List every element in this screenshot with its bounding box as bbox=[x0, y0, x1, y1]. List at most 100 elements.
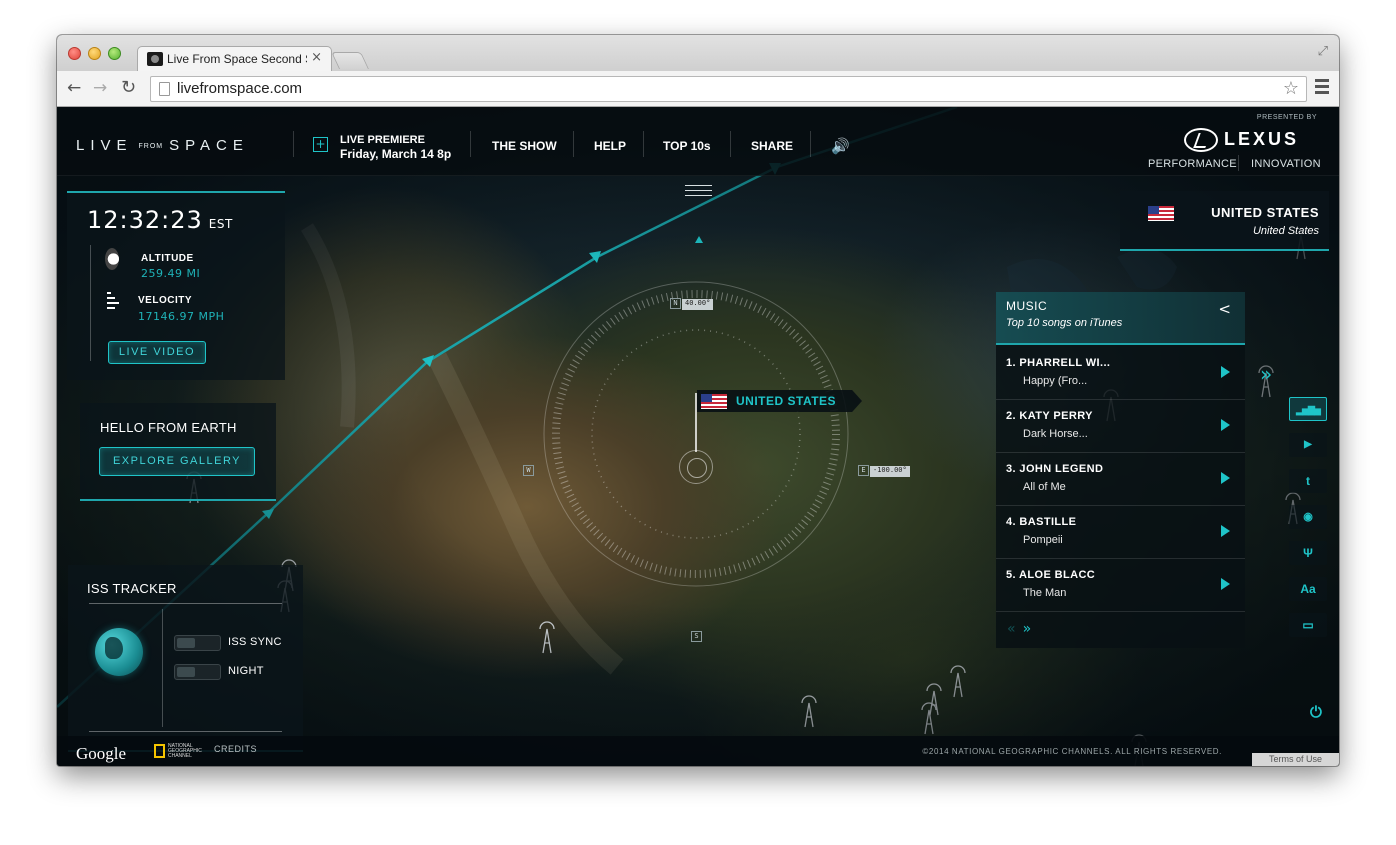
bookmark-star-icon[interactable]: ☆ bbox=[1283, 78, 1299, 99]
address-bar[interactable]: livefromspace.com ☆ bbox=[150, 76, 1307, 102]
track-artist: 5. ALOE BLACC bbox=[1006, 569, 1096, 581]
night-toggle[interactable] bbox=[174, 664, 221, 680]
browser-menu-icon[interactable] bbox=[1315, 79, 1329, 97]
food-icon[interactable]: Ψ bbox=[1289, 541, 1327, 565]
browser-tab[interactable]: Live From Space Second Screen × bbox=[137, 46, 332, 71]
velocity-label: VELOCITY bbox=[138, 295, 193, 306]
track-artist: 1. PHARRELL WI... bbox=[1006, 357, 1111, 369]
browser-window: Live From Space Second Screen × ⤢ ← → ↻ … bbox=[57, 35, 1339, 766]
sponsor-innovation-link[interactable]: INNOVATION bbox=[1251, 158, 1321, 170]
track-item[interactable]: 1. PHARRELL WI... Happy (Fro... bbox=[996, 347, 1245, 400]
header-divider bbox=[730, 131, 731, 157]
west-letter: W bbox=[523, 465, 534, 476]
iss-sync-label: ISS SYNC bbox=[228, 636, 282, 648]
minimize-window-button[interactable] bbox=[88, 47, 101, 60]
credits-link[interactable]: CREDITS bbox=[214, 744, 257, 754]
sponsor-performance-link[interactable]: PERFORMANCE bbox=[1148, 158, 1237, 170]
next-page-icon[interactable]: » bbox=[1023, 621, 1031, 637]
live-premiere[interactable]: LIVE PREMIERE Friday, March 14 8p bbox=[340, 133, 451, 161]
forward-button[interactable]: → bbox=[93, 78, 107, 98]
nav-top-10s[interactable]: TOP 10s bbox=[663, 139, 711, 153]
play-icon[interactable] bbox=[1221, 472, 1230, 484]
music-panel: MUSIC Top 10 songs on iTunes < 1. PHARRE… bbox=[996, 292, 1245, 648]
nav-the-show[interactable]: THE SHOW bbox=[492, 139, 557, 153]
iss-clock: 12:32:23 EST bbox=[87, 206, 233, 234]
play-icon[interactable] bbox=[1221, 419, 1230, 431]
altitude-label: ALTITUDE bbox=[141, 253, 194, 264]
collapse-panel-icon[interactable]: » bbox=[1260, 362, 1272, 386]
music-pager: «» bbox=[1007, 621, 1031, 637]
page-icon bbox=[159, 82, 170, 96]
header-divider bbox=[293, 131, 294, 157]
natgeo-logo-icon[interactable] bbox=[154, 744, 165, 758]
add-calendar-icon[interactable]: + bbox=[313, 137, 328, 152]
nav-share[interactable]: SHARE bbox=[751, 139, 793, 153]
site-header: LIVE FROM SPACE + LIVE PREMIERE Friday, Ma… bbox=[57, 107, 1339, 176]
copyright-text: ©2014 NATIONAL GEOGRAPHIC CHANNELS. ALL … bbox=[922, 747, 1222, 756]
track-item[interactable]: 4. BASTILLE Pompeii bbox=[996, 506, 1245, 559]
east-letter: E bbox=[858, 465, 869, 476]
track-item[interactable]: 5. ALOE BLACC The Man bbox=[996, 559, 1245, 612]
screen-icon[interactable]: ▭ bbox=[1289, 613, 1327, 637]
track-item[interactable]: 2. KATY PERRY Dark Horse... bbox=[996, 400, 1245, 453]
map-menu-icon[interactable] bbox=[685, 185, 712, 200]
north-coordinate: N 40.00° bbox=[670, 298, 714, 310]
close-window-button[interactable] bbox=[68, 47, 81, 60]
explore-gallery-button[interactable]: EXPLORE GALLERY bbox=[99, 447, 255, 476]
globe-icon[interactable] bbox=[95, 628, 143, 676]
terms-of-use-link[interactable]: Terms of Use bbox=[1252, 753, 1339, 766]
power-icon[interactable]: ⏻ bbox=[1310, 703, 1322, 721]
header-divider bbox=[810, 131, 811, 157]
location-pin-icon[interactable]: ◉ bbox=[1289, 505, 1327, 529]
tab-close-icon[interactable]: × bbox=[311, 50, 322, 65]
terrain-ridge bbox=[301, 223, 356, 428]
lexus-logo[interactable]: LEXUS bbox=[1184, 127, 1317, 153]
night-label: NIGHT bbox=[228, 665, 264, 677]
music-chart-icon[interactable]: ▂▅▇▅ bbox=[1289, 397, 1327, 421]
reload-button[interactable]: ↻ bbox=[121, 77, 136, 98]
play-icon[interactable] bbox=[1221, 366, 1230, 378]
tracker-title: ISS TRACKER bbox=[87, 581, 177, 596]
share-icon[interactable]: < bbox=[1218, 300, 1231, 318]
music-header: MUSIC Top 10 songs on iTunes < bbox=[996, 292, 1245, 345]
fullscreen-icon[interactable]: ⤢ bbox=[1318, 44, 1328, 59]
track-song: Pompeii bbox=[1023, 534, 1063, 546]
back-button[interactable]: ← bbox=[67, 78, 81, 98]
country-panel: UNITED STATES United States bbox=[1120, 191, 1329, 251]
track-artist: 3. JOHN LEGEND bbox=[1006, 463, 1104, 475]
terrain-ridge bbox=[428, 352, 624, 675]
track-song: All of Me bbox=[1023, 481, 1066, 493]
play-icon[interactable] bbox=[1221, 578, 1230, 590]
header-divider bbox=[573, 131, 574, 157]
new-tab-button[interactable] bbox=[331, 52, 369, 69]
track-item[interactable]: 3. JOHN LEGEND All of Me bbox=[996, 453, 1245, 506]
map-page[interactable]: N 40.00° E -100.00° W S UNITED STATES LIVE… bbox=[57, 107, 1339, 766]
play-icon[interactable]: ▶ bbox=[1289, 433, 1327, 457]
iss-sync-toggle[interactable] bbox=[174, 635, 221, 651]
live-video-button[interactable]: LIVE VIDEO bbox=[108, 341, 206, 364]
hello-title: HELLO FROM EARTH bbox=[100, 420, 237, 435]
presented-by: PRESENTED BY bbox=[1256, 114, 1317, 121]
nav-help[interactable]: HELP bbox=[594, 139, 626, 153]
prev-page-icon[interactable]: « bbox=[1007, 621, 1015, 637]
zoom-window-button[interactable] bbox=[108, 47, 121, 60]
tab-strip: Live From Space Second Screen × ⤢ bbox=[57, 35, 1339, 71]
play-icon[interactable] bbox=[1221, 525, 1230, 537]
lake-shape bbox=[1117, 249, 1177, 290]
url-text[interactable]: livefromspace.com bbox=[177, 80, 302, 97]
sound-icon[interactable]: 🔊 bbox=[831, 137, 850, 155]
location-label: UNITED STATES bbox=[736, 394, 837, 408]
track-song: Dark Horse... bbox=[1023, 428, 1088, 440]
logo-from: FROM bbox=[138, 142, 164, 150]
altitude-icon bbox=[105, 248, 119, 270]
google-logo[interactable]: Google bbox=[76, 744, 126, 764]
tracker-divider bbox=[89, 603, 282, 604]
twitter-icon[interactable]: t bbox=[1289, 469, 1327, 493]
site-logo[interactable]: LIVE FROM SPACE bbox=[76, 137, 249, 154]
site-footer: Google NATIONAL GEOGRAPHIC CHANNEL CREDI… bbox=[57, 736, 1339, 766]
logo-space: SPACE bbox=[169, 137, 249, 154]
south-letter: S bbox=[691, 631, 702, 642]
font-icon[interactable]: Aa bbox=[1289, 577, 1327, 601]
tracker-divider bbox=[89, 731, 282, 732]
east-coordinate: E -100.00° bbox=[858, 465, 910, 477]
